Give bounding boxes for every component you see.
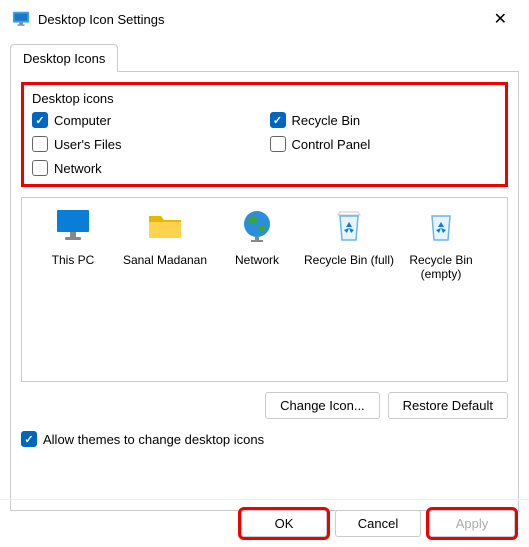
preview-network[interactable]: Network	[211, 208, 303, 267]
titlebar: Desktop Icon Settings ✕	[0, 0, 529, 38]
restore-default-button[interactable]: Restore Default	[388, 392, 508, 419]
preview-label: Network	[211, 253, 303, 267]
change-icon-button[interactable]: Change Icon...	[265, 392, 380, 419]
tab-strip: Desktop Icons	[10, 44, 519, 72]
checkbox-computer[interactable]: Computer	[32, 112, 260, 128]
checkbox-control-panel[interactable]: Control Panel	[270, 136, 498, 152]
preview-recycle-empty[interactable]: Recycle Bin (empty)	[395, 208, 487, 282]
desktop-icons-group: Desktop icons Computer Recycle Bin User'…	[21, 82, 508, 187]
apply-button[interactable]: Apply	[429, 510, 515, 537]
recycle-bin-icon	[421, 208, 461, 244]
checkbox-icon[interactable]	[270, 136, 286, 152]
monitor-icon	[53, 208, 93, 244]
allow-themes-checkbox[interactable]: Allow themes to change desktop icons	[21, 431, 508, 447]
group-label: Desktop icons	[32, 91, 114, 106]
icon-button-row: Change Icon... Restore Default	[21, 392, 508, 419]
preview-this-pc[interactable]: This PC	[27, 208, 119, 267]
close-icon[interactable]: ✕	[484, 5, 517, 33]
desktop-icon	[12, 10, 30, 28]
preview-label: Recycle Bin (full)	[303, 253, 395, 267]
checkbox-recycle-bin[interactable]: Recycle Bin	[270, 112, 498, 128]
checkbox-icon[interactable]	[21, 431, 37, 447]
preview-user-folder[interactable]: Sanal Madanan	[119, 208, 211, 267]
globe-icon	[237, 208, 277, 244]
checkbox-label: Computer	[54, 113, 111, 128]
checkbox-label: Control Panel	[292, 137, 371, 152]
checkbox-icon[interactable]	[32, 136, 48, 152]
preview-label: This PC	[27, 253, 119, 267]
checkbox-icon[interactable]	[32, 160, 48, 176]
tab-desktop-icons[interactable]: Desktop Icons	[10, 44, 118, 72]
checkbox-icon[interactable]	[270, 112, 286, 128]
checkbox-label: User's Files	[54, 137, 122, 152]
window-title: Desktop Icon Settings	[38, 12, 484, 27]
checkbox-label: Allow themes to change desktop icons	[43, 432, 264, 447]
checkbox-label: Network	[54, 161, 102, 176]
ok-button[interactable]: OK	[241, 510, 327, 537]
dialog-footer: OK Cancel Apply	[0, 499, 529, 547]
checkbox-icon[interactable]	[32, 112, 48, 128]
icon-preview-box: This PC Sanal Madanan Network	[21, 197, 508, 382]
folder-icon	[145, 208, 185, 244]
preview-recycle-full[interactable]: Recycle Bin (full)	[303, 208, 395, 267]
preview-label: Sanal Madanan	[119, 253, 211, 267]
cancel-button[interactable]: Cancel	[335, 510, 421, 537]
checkbox-label: Recycle Bin	[292, 113, 361, 128]
checkbox-users-files[interactable]: User's Files	[32, 136, 260, 152]
preview-label: Recycle Bin (empty)	[395, 253, 487, 282]
checkbox-network[interactable]: Network	[32, 160, 260, 176]
recycle-bin-icon	[329, 208, 369, 244]
tab-content: Desktop icons Computer Recycle Bin User'…	[10, 71, 519, 511]
